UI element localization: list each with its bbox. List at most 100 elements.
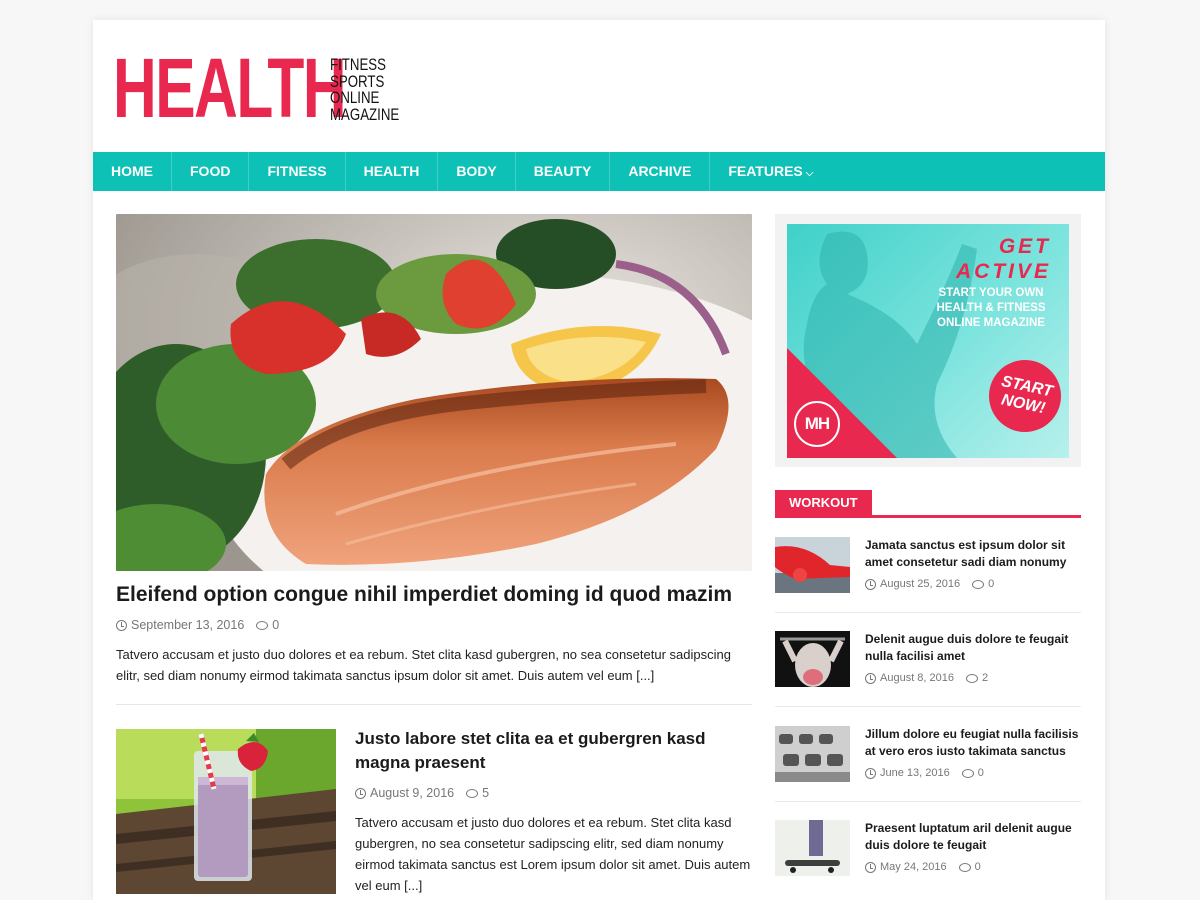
post-title[interactable]: Delenit augue duis dolore te feugait nul… [865,631,1081,665]
clock-icon [865,578,876,590]
ad-banner[interactable]: GET ACTIVE START YOUR OWN HEALTH & FITNES… [787,224,1069,458]
logo-tagline-line: SPORTS [330,71,385,91]
nav-item-label: BEAUTY [533,163,592,179]
workout-widget-header: WORKOUT [775,490,1081,518]
chevron-down-icon: ⌵ [805,168,814,179]
nav-item-fitness[interactable]: FITNESS [249,152,346,191]
list-item: Praesent luptatum aril delenit augue dui… [775,820,1081,900]
featured-post-excerpt: Tatvero accusam et justo duo dolores et … [116,647,731,683]
post-date-text: September 13, 2016 [131,618,245,632]
post-meta: August 8, 2016 2 [865,672,988,684]
nav-item-label: BODY [456,163,497,179]
nav-item-label: FITNESS [267,163,327,179]
post-meta: May 24, 2016 0 [865,861,981,873]
comment-icon [958,862,971,872]
post-thumbnail[interactable] [775,631,850,687]
nav-item-label: ARCHIVE [628,163,692,179]
logo-tagline-line: FITNESS [330,55,387,74]
post-comments[interactable]: 0 [958,861,981,873]
site-header: HEALTH FITNESS SPORTS ONLINE MAGAZINE [93,20,1105,152]
ad-subtitle: START YOUR OWN HEALTH & FITNESS ONLINE M… [936,287,1046,329]
comment-icon [961,768,974,778]
divider [775,801,1081,802]
comment-icon [972,579,985,589]
ad-headline: GET ACTIVE [956,234,1051,284]
post-title[interactable]: Jamata sanctus est ipsum dolor sit amet … [865,537,1081,571]
post-meta: June 13, 2016 0 [865,767,984,779]
clock-icon [865,861,876,873]
post-date-text: August 8, 2016 [880,672,955,684]
post-comments[interactable]: 2 [966,672,988,684]
post-date: August 9, 2016 [355,786,454,800]
clock-icon [116,619,127,631]
comment-count: 0 [988,578,995,590]
post-date: September 13, 2016 [116,618,244,632]
nav-item-beauty[interactable]: BEAUTY [516,152,611,191]
post-date-text: August 25, 2016 [880,578,961,590]
post-date: August 25, 2016 [865,578,960,590]
post-comments[interactable]: 0 [961,767,984,779]
logo-tagline: FITNESS SPORTS ONLINE MAGAZINE [330,56,419,122]
nav-item-food[interactable]: FOOD [172,152,250,191]
featured-post-image[interactable] [116,214,752,571]
divider [775,706,1081,707]
logo-tagline-line: ONLINE [330,88,380,107]
nav-item-label: HOME [111,163,153,179]
list-item: Jamata sanctus est ipsum dolor sit amet … [775,537,1081,632]
post-date-text: June 13, 2016 [880,767,950,779]
nav-item-label: FEATURES [728,163,803,179]
ad-logo-badge: MH [794,401,840,447]
post-title[interactable]: Justo labore stet clita ea et gubergren … [355,727,753,775]
post-date-text: August 9, 2016 [370,786,455,800]
comment-icon [256,620,269,630]
comment-icon [966,673,979,683]
comment-count: 2 [982,672,989,684]
nav-item-body[interactable]: BODY [438,152,516,191]
post-comments[interactable]: 5 [466,786,489,800]
nav-item-features[interactable]: FEATURES ⌵ [710,152,831,191]
post-comments[interactable]: 0 [972,578,994,590]
widget-title[interactable]: WORKOUT [775,490,872,515]
nav-item-archive[interactable]: ARCHIVE [610,152,711,191]
site-logo[interactable]: HEALTH FITNESS SPORTS ONLINE MAGAZINE [113,41,419,135]
clock-icon [355,787,366,799]
post-comments[interactable]: 0 [256,618,279,632]
post-thumbnail[interactable] [775,537,850,593]
post-excerpt: Tatvero accusam et justo duo dolores et … [355,815,751,893]
logo-wordmark: HEALTH [113,41,347,135]
clock-icon [865,767,876,779]
post-title[interactable]: Jillum dolore eu feugiat nulla facilisis… [865,726,1081,760]
post-thumbnail[interactable] [775,726,850,782]
ad-widget: GET ACTIVE START YOUR OWN HEALTH & FITNES… [775,214,1081,467]
post-date: August 8, 2016 [865,672,954,684]
comment-count: 5 [482,786,490,800]
logo-tagline-line: MAGAZINE [330,104,400,124]
post-date-text: May 24, 2016 [880,861,947,873]
nav-item-label: HEALTH [363,163,420,179]
comment-count: 0 [977,767,984,779]
featured-post-title[interactable]: Eleifend option congue nihil imperdiet d… [116,582,752,608]
nav-item-health[interactable]: HEALTH [346,152,439,191]
post-date: June 13, 2016 [865,767,950,779]
nav-item-home[interactable]: HOME [93,152,172,191]
ad-headline-line: GET [998,235,1051,258]
post-meta: August 9, 2016 5 [355,786,489,800]
comment-count: 0 [974,861,981,873]
featured-post-meta: September 13, 2016 0 [116,618,279,632]
post-meta: August 25, 2016 0 [865,578,994,590]
list-item: Jillum dolore eu feugiat nulla facilisis… [775,726,1081,821]
post-date: May 24, 2016 [865,861,947,873]
divider [775,612,1081,613]
list-item: Delenit augue duis dolore te feugait nul… [775,631,1081,726]
divider [116,704,752,705]
page-container: HEALTH FITNESS SPORTS ONLINE MAGAZINE HO… [93,20,1105,900]
ad-headline-line: ACTIVE [955,260,1051,283]
comment-count: 0 [272,618,280,632]
comment-icon [466,788,479,798]
post-image[interactable] [116,729,336,894]
main-nav: HOME FOOD FITNESS HEALTH BODY BEAUTY ARC… [93,152,1105,191]
nav-item-label: FOOD [190,163,231,179]
post-thumbnail[interactable] [775,820,850,876]
clock-icon [865,672,876,684]
post-title[interactable]: Praesent luptatum aril delenit augue dui… [865,820,1081,854]
